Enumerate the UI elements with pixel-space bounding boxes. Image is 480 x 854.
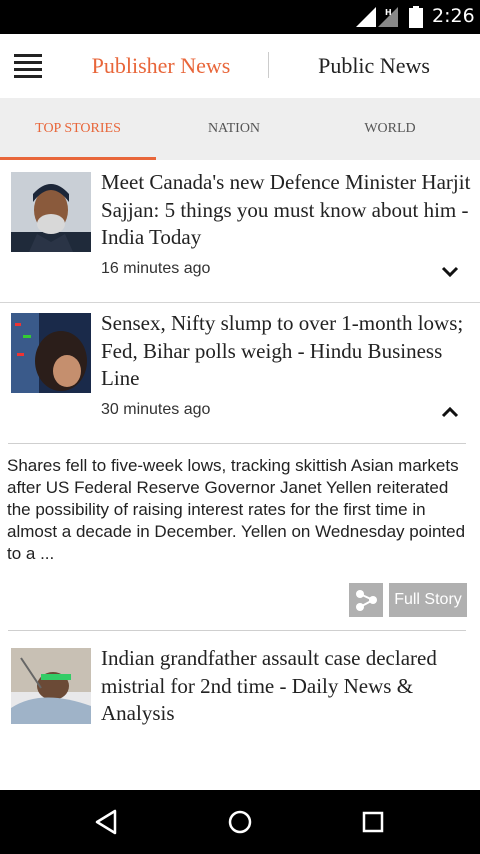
section-tabs: TOP STORIES NATION WORLD bbox=[0, 98, 480, 160]
story-summary: Shares fell to five-week lows, tracking … bbox=[7, 456, 466, 563]
back-icon[interactable] bbox=[91, 806, 123, 838]
tab-nation[interactable]: NATION bbox=[156, 98, 312, 160]
svg-text:H: H bbox=[385, 8, 392, 17]
news-thumbnail bbox=[11, 313, 91, 393]
share-icon bbox=[356, 590, 377, 611]
story-divider bbox=[0, 302, 480, 303]
share-button[interactable] bbox=[349, 583, 383, 617]
story-headline[interactable]: Sensex, Nifty slump to over 1-month lows… bbox=[101, 310, 471, 393]
story-divider bbox=[8, 630, 466, 631]
tab-top-stories[interactable]: TOP STORIES bbox=[0, 98, 156, 160]
status-time: 2:26 bbox=[432, 5, 475, 27]
story-headline[interactable]: Meet Canada's new Defence Minister Harji… bbox=[101, 169, 471, 252]
story-headline[interactable]: Indian grandfather assault case declared… bbox=[101, 645, 471, 728]
story-time: 16 minutes ago bbox=[101, 260, 211, 277]
story-time: 30 minutes ago bbox=[101, 401, 211, 418]
tab-public-news[interactable]: Public News bbox=[290, 34, 458, 98]
app-header: Publisher News Public News bbox=[0, 34, 480, 98]
summary-divider bbox=[8, 443, 466, 444]
home-icon[interactable] bbox=[224, 806, 256, 838]
battery-icon bbox=[409, 6, 423, 28]
signal-icon bbox=[356, 7, 376, 27]
chevron-down-icon[interactable] bbox=[440, 265, 460, 279]
status-bar: H 2:26 bbox=[0, 0, 480, 34]
recents-icon[interactable] bbox=[357, 806, 389, 838]
full-story-button[interactable]: Full Story bbox=[389, 583, 467, 617]
hamburger-menu-icon[interactable] bbox=[14, 54, 42, 78]
news-thumbnail bbox=[11, 172, 91, 252]
active-tab-indicator bbox=[0, 157, 156, 160]
signal-h-icon: H bbox=[378, 7, 398, 27]
news-thumbnail bbox=[11, 648, 91, 724]
tab-publisher-news[interactable]: Publisher News bbox=[76, 34, 246, 98]
tab-world[interactable]: WORLD bbox=[312, 98, 468, 160]
header-divider bbox=[268, 52, 269, 78]
chevron-up-icon[interactable] bbox=[440, 405, 460, 419]
system-nav-bar bbox=[0, 790, 480, 854]
